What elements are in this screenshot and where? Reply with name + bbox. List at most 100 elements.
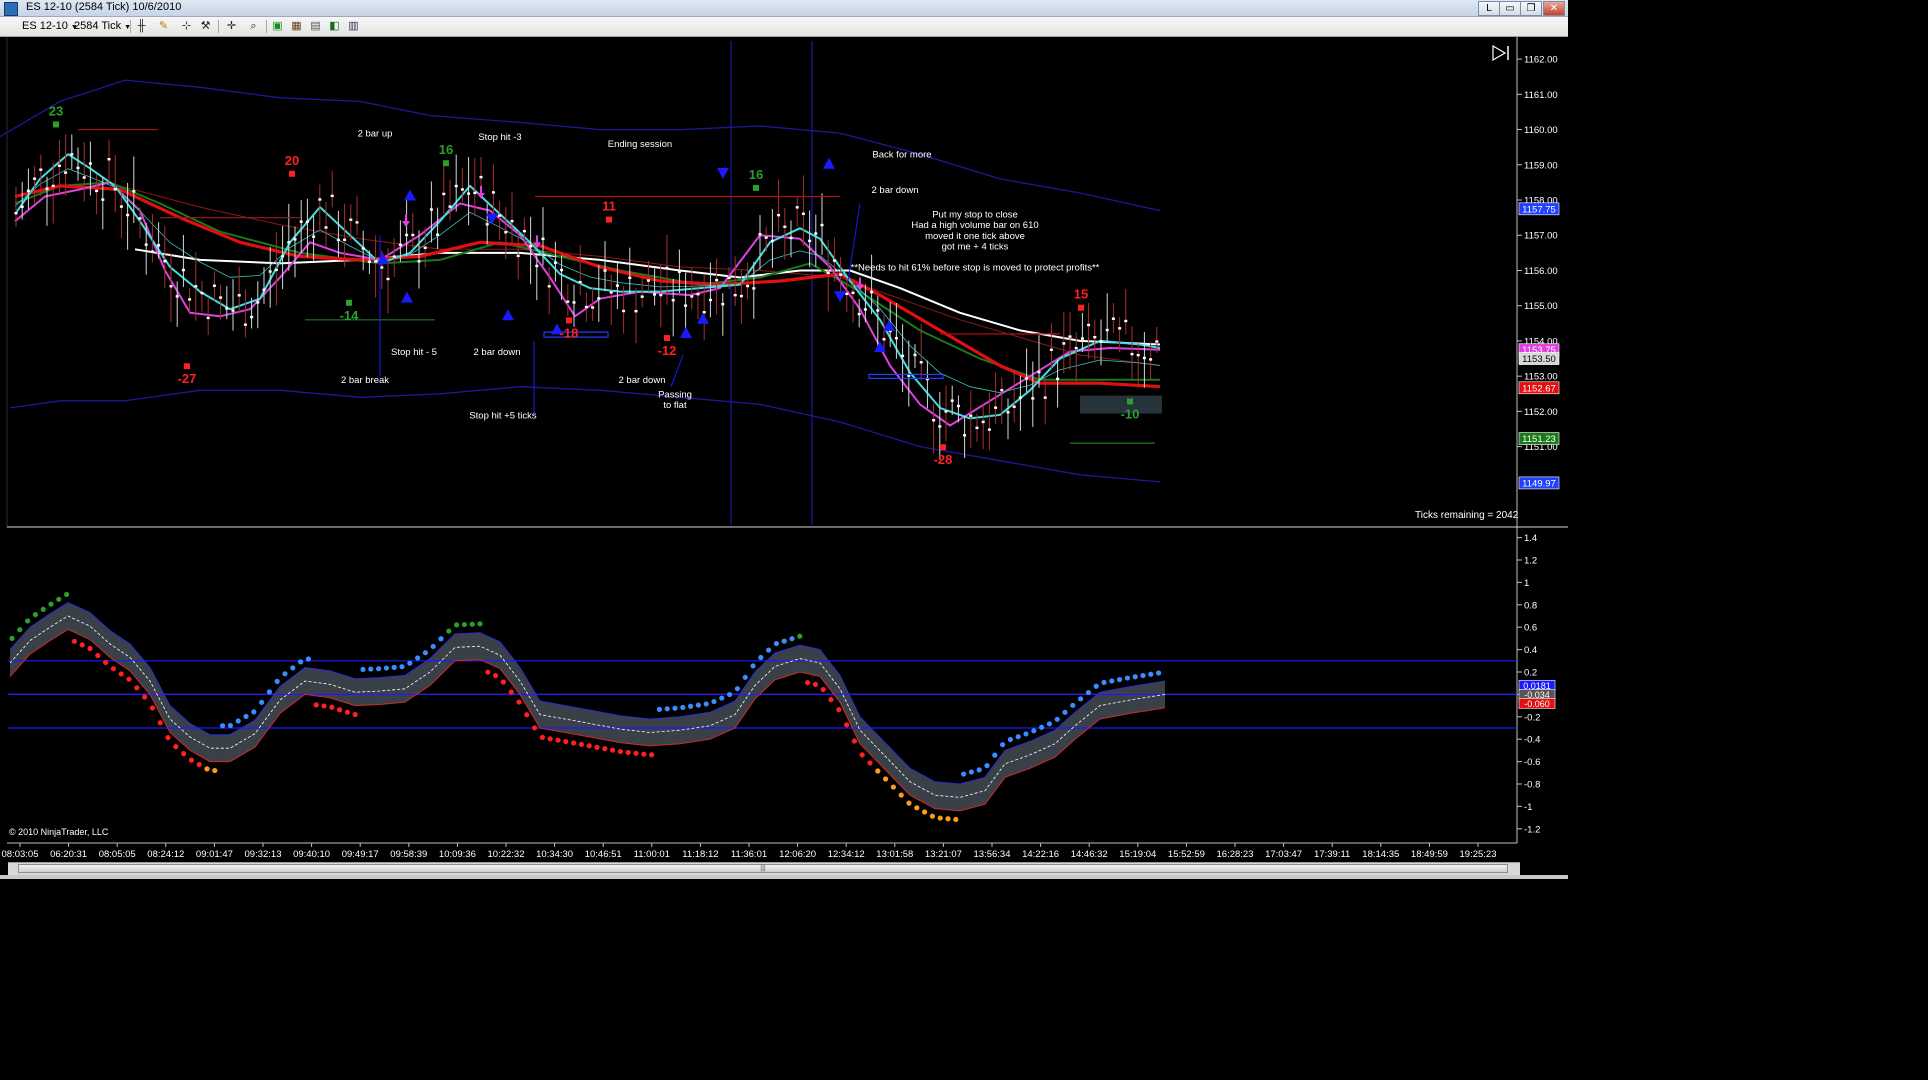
strategy-icon[interactable]: ⚒ [198,19,213,34]
price-bar-close [138,217,142,220]
price-bar-close [163,259,167,263]
price-bar-close [746,284,750,288]
osc-dot [477,621,483,627]
play-end-icon[interactable] [1492,44,1509,62]
price-bar-close [987,428,991,431]
swing-dot [606,216,612,223]
swing-dot [53,121,59,128]
price-bar-close [1000,388,1004,392]
osc-dot [500,679,506,685]
scrollbar-thumb[interactable]: ||| [18,864,1508,873]
price-bar-close [820,223,824,227]
chart-canvas[interactable]: 23 20 16 16 11 15 -14 -18 -12 -27 -10 -28 2 bar up S… [0,37,1568,862]
osc-dot [212,767,218,774]
osc-dot [586,743,592,749]
price-bar-close [330,194,334,198]
price-tick-label: 1156.00 [1524,266,1558,277]
price-bar-close [1124,319,1128,323]
properties-icon[interactable]: ▦ [289,19,304,34]
price-bar-close [150,250,154,253]
template-icon[interactable]: ▥ [346,19,361,34]
osc-marker-label: -0.060 [1524,699,1550,709]
price-bar-close [392,255,396,258]
price-bar-close [188,298,192,301]
maximize-button[interactable]: ❐ [1520,1,1542,16]
osc-dot [961,771,967,777]
osc-dot [227,722,233,729]
osc-dot [547,736,553,742]
osc-dot [71,638,77,644]
osc-dot [836,707,842,713]
price-bar-close [64,171,68,174]
osc-dot [1101,679,1107,686]
price-bar-close [578,280,582,284]
close-button[interactable]: ✕ [1543,1,1565,16]
osc-dot [859,752,865,758]
time-tick-label: 13:01:58 [876,849,913,860]
osc-dot [844,722,850,728]
horizontal-scrollbar[interactable]: ||| [8,862,1520,875]
price-bar-close [814,232,818,235]
add-indicator-icon[interactable]: ⊹ [179,19,194,34]
osc-dot [1109,678,1115,684]
swing-dot [443,160,449,167]
oscillator-panel: 1.41.210.80.60.40.20-0.2-0.4-0.6-0.8-1-1… [8,527,1556,843]
instrument-label: ES 12-10 [22,20,68,32]
price-bar-close [572,301,576,304]
minimize-button[interactable]: ▭ [1499,1,1521,16]
osc-tick-label: -0.8 [1524,780,1540,791]
osc-dot [625,749,631,756]
osc-cloud [10,602,1165,811]
osc-dot [781,638,787,644]
time-tick-label: 09:58:39 [390,849,427,860]
osc-dot [329,704,335,710]
crosshair-icon[interactable]: ✛ [224,19,239,34]
trade-note: 2 bar up [358,129,393,140]
price-bar-close [640,295,644,298]
osc-dot [890,784,897,790]
price-bar-close [969,414,973,417]
osc-dot [290,665,296,671]
price-marker-label: 1153.50 [1522,354,1556,365]
chart-trader-icon[interactable]: ▤ [308,19,323,34]
osc-dot [1117,676,1123,683]
swing-label: 11 [602,199,616,214]
swing-dot [289,170,295,177]
time-tick-label: 14:46:32 [1071,849,1108,860]
osc-dot [1070,702,1076,708]
toolbar-separator [266,20,267,33]
swing-dot [566,317,572,324]
osc-dot [259,699,265,705]
price-bar-close [169,285,173,288]
price-bar-close [367,260,371,264]
zoom-icon[interactable]: ⌕ [246,19,261,34]
time-tick-label: 11:18:12 [682,849,718,860]
trade-note: Stop hit -3 [478,132,521,143]
price-bar-close [293,238,297,241]
osc-dot [727,691,733,698]
interval-selector[interactable]: 2584 Tick ▼ [70,19,135,34]
pencil-icon[interactable]: ✎ [156,19,171,34]
link-button[interactable]: L [1478,1,1500,16]
osc-dot [25,618,31,624]
order-icon[interactable]: ◧ [327,19,342,34]
data-box-icon[interactable]: ▣ [270,19,285,34]
osc-dot [563,738,569,745]
time-tick-label: 15:19:04 [1119,849,1156,860]
osc-dot [134,685,140,691]
time-tick-label: 12:34:12 [828,849,865,860]
price-bar-close [597,297,601,300]
swing-label: 16 [749,167,763,182]
osc-dot [875,768,881,774]
osc-dot [851,738,858,744]
osc-dot [298,659,304,665]
time-tick-label: 09:49:17 [342,849,379,860]
bar-type-icon[interactable]: ╫ [134,19,149,34]
price-bar-close [324,226,328,229]
osc-dot [734,686,741,692]
price-bar-close [107,158,111,161]
trade-note: moved it one tick above [925,231,1025,242]
swing-dot [346,299,352,306]
time-tick-label: 10:34:30 [536,849,573,860]
price-bar-close [603,269,607,272]
